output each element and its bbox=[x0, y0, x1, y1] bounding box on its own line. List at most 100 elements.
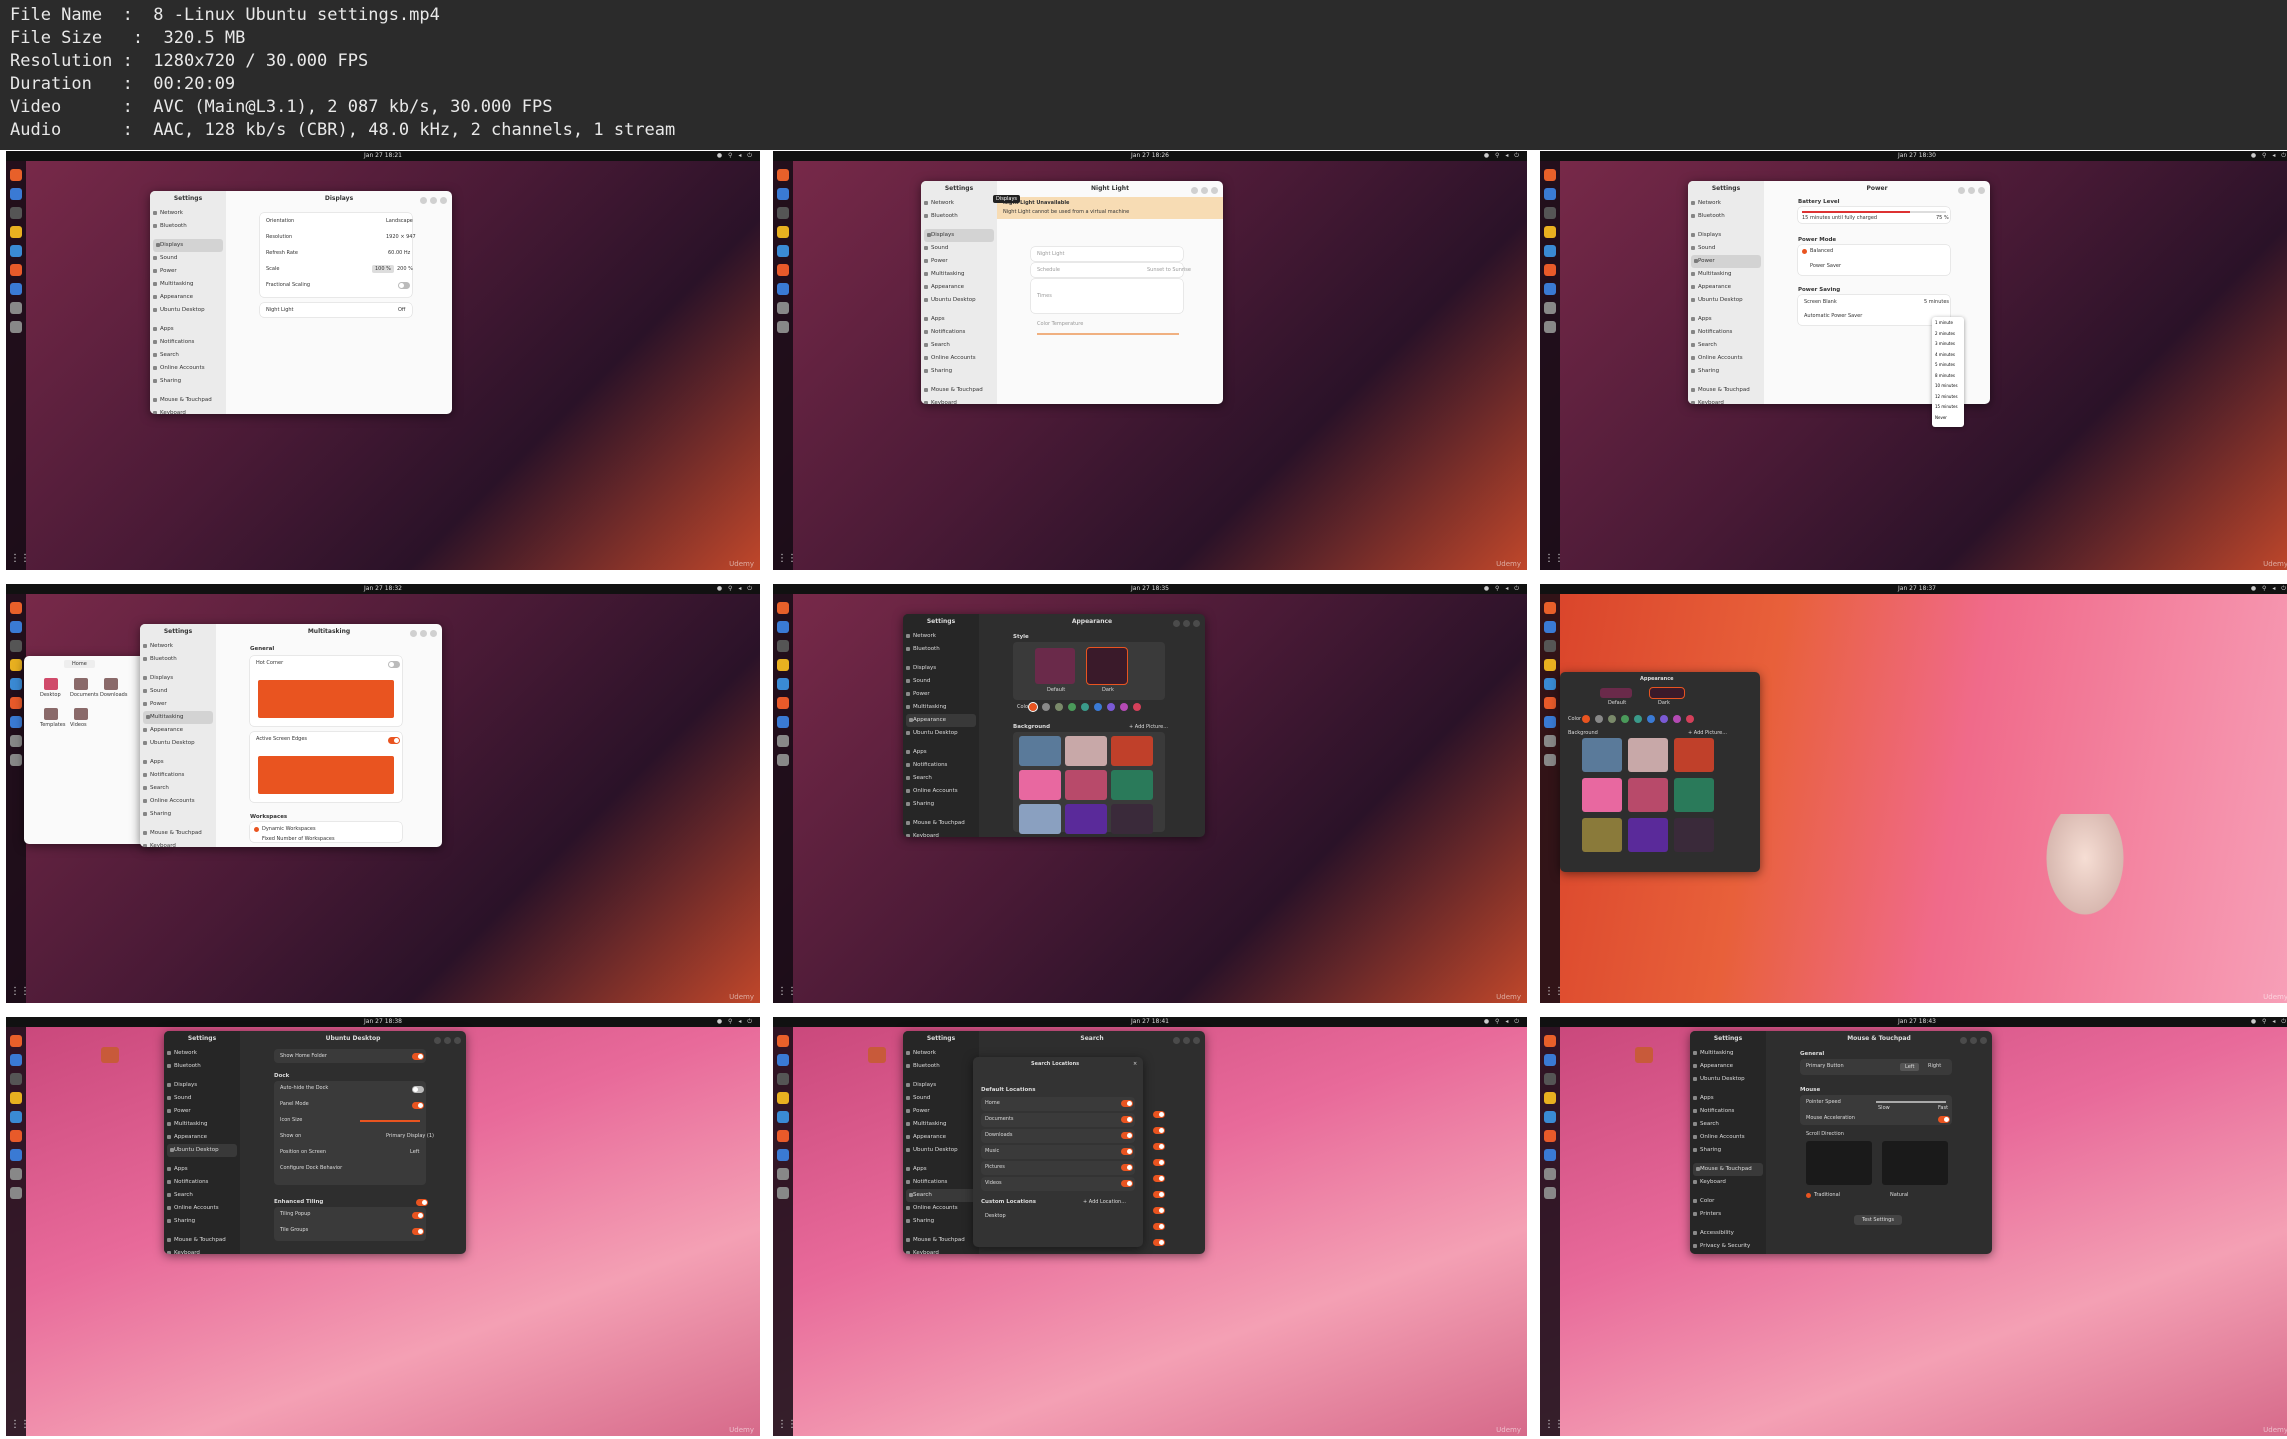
sidebar-item-mouse-touchpad[interactable]: Mouse & Touchpad bbox=[164, 1234, 240, 1247]
auto-hide-toggle[interactable] bbox=[412, 1086, 424, 1093]
show-apps-icon[interactable]: ⋮⋮ bbox=[777, 986, 797, 998]
dock-app-icon[interactable] bbox=[10, 621, 22, 633]
sidebar-item-multitasking[interactable]: Multitasking bbox=[143, 711, 213, 724]
sidebar-item-bluetooth[interactable]: Bluetooth bbox=[164, 1060, 240, 1073]
folder-icon[interactable] bbox=[104, 678, 118, 690]
sidebar-item-bluetooth[interactable]: Bluetooth bbox=[903, 1060, 979, 1073]
sidebar-item-ubuntu-desktop[interactable]: Ubuntu Desktop bbox=[140, 737, 216, 750]
sidebar-item-multitasking[interactable]: Multitasking bbox=[1688, 268, 1764, 281]
tile-groups-toggle[interactable] bbox=[412, 1228, 424, 1235]
background-thumbnail[interactable] bbox=[1019, 770, 1061, 800]
sidebar-item-multitasking[interactable]: Multitasking bbox=[150, 278, 226, 291]
sidebar-item-multitasking[interactable]: Multitasking bbox=[164, 1118, 240, 1131]
accent-2[interactable] bbox=[1042, 703, 1050, 711]
minimize-button[interactable] bbox=[1173, 620, 1180, 627]
sidebar-item-appearance[interactable]: Appearance bbox=[921, 281, 997, 294]
accent-2[interactable] bbox=[1595, 715, 1603, 723]
dock-app-icon[interactable] bbox=[777, 602, 789, 614]
scale-100-button[interactable]: 100 % bbox=[372, 265, 394, 273]
test-settings-button[interactable]: Test Settings bbox=[1854, 1215, 1902, 1225]
dock-app-icon[interactable] bbox=[1544, 1168, 1556, 1180]
sidebar-item-ubuntu-desktop[interactable]: Ubuntu Desktop bbox=[1690, 1073, 1766, 1086]
dock-app-icon[interactable] bbox=[1544, 207, 1556, 219]
sidebar-item-power[interactable]: Power bbox=[164, 1105, 240, 1118]
sidebar-item-appearance[interactable]: Appearance bbox=[150, 291, 226, 304]
enhanced-tiling-toggle[interactable] bbox=[416, 1199, 428, 1206]
sidebar-item-network[interactable]: Network bbox=[150, 207, 226, 220]
dropdown-option[interactable]: 15 minutes bbox=[1935, 404, 1958, 409]
sidebar-item-power[interactable]: Power bbox=[150, 265, 226, 278]
clock[interactable]: Jan 27 18:21 bbox=[364, 151, 402, 161]
sidebar-item-appearance[interactable]: Appearance bbox=[903, 1131, 979, 1144]
accent-4[interactable] bbox=[1068, 703, 1076, 711]
dock-app-icon[interactable] bbox=[1544, 302, 1556, 314]
search-provider-toggle[interactable] bbox=[1153, 1175, 1165, 1182]
background-thumbnail[interactable] bbox=[1019, 736, 1061, 766]
system-tray-icons[interactable]: ● ⚲ ◂ ⏻ bbox=[2251, 151, 2287, 161]
clock[interactable]: Jan 27 18:26 bbox=[1131, 151, 1169, 161]
background-thumbnail[interactable] bbox=[1628, 818, 1668, 852]
accent-9[interactable] bbox=[1686, 715, 1694, 723]
system-tray-icons[interactable]: ● ⚲ ◂ ⏻ bbox=[1484, 151, 1521, 161]
sidebar-item-keyboard[interactable]: Keyboard bbox=[1690, 1176, 1766, 1189]
sidebar-item-apps[interactable]: Apps bbox=[164, 1163, 240, 1176]
sidebar-item-color[interactable]: Color bbox=[1690, 1195, 1766, 1208]
dock-app-icon[interactable] bbox=[10, 226, 22, 238]
dock-app-icon[interactable] bbox=[10, 169, 22, 181]
background-thumbnail[interactable] bbox=[1065, 736, 1107, 766]
style-default[interactable] bbox=[1600, 688, 1632, 698]
background-thumbnail[interactable] bbox=[1582, 818, 1622, 852]
panel-mode-toggle[interactable] bbox=[412, 1102, 424, 1109]
dock-app-icon[interactable] bbox=[1544, 1054, 1556, 1066]
background-thumbnail[interactable] bbox=[1065, 770, 1107, 800]
sidebar-item-online-accounts[interactable]: Online Accounts bbox=[1688, 352, 1764, 365]
dock-app-icon[interactable] bbox=[10, 1054, 22, 1066]
sidebar-item-notifications[interactable]: Notifications bbox=[921, 326, 997, 339]
dock-app-icon[interactable] bbox=[1544, 697, 1556, 709]
dock-app-icon[interactable] bbox=[777, 1130, 789, 1142]
sidebar-item-sound[interactable]: Sound bbox=[140, 685, 216, 698]
sidebar-item-keyboard[interactable]: Keyboard bbox=[903, 1247, 979, 1254]
dropdown-option[interactable]: 10 minutes bbox=[1935, 383, 1958, 388]
dock-app-icon[interactable] bbox=[1544, 226, 1556, 238]
maximize-button[interactable] bbox=[444, 1037, 451, 1044]
accent-5[interactable] bbox=[1634, 715, 1642, 723]
sidebar-item-appearance[interactable]: Appearance bbox=[140, 724, 216, 737]
show-apps-icon[interactable]: ⋮⋮ bbox=[777, 553, 797, 565]
sidebar-item-apps[interactable]: Apps bbox=[1688, 313, 1764, 326]
sidebar-item-keyboard[interactable]: Keyboard bbox=[140, 840, 216, 847]
dock-app-icon[interactable] bbox=[10, 1092, 22, 1104]
dock-app-icon[interactable] bbox=[10, 264, 22, 276]
maximize-button[interactable] bbox=[420, 630, 427, 637]
sidebar-item-displays[interactable]: Displays bbox=[1688, 229, 1764, 242]
sidebar-item-displays[interactable]: Displays bbox=[903, 662, 979, 675]
dock-app-icon[interactable] bbox=[10, 283, 22, 295]
accent-5[interactable] bbox=[1081, 703, 1089, 711]
dock-app-icon[interactable] bbox=[777, 697, 789, 709]
background-thumbnail[interactable] bbox=[1111, 804, 1153, 834]
location-toggle[interactable] bbox=[1121, 1100, 1133, 1107]
home-folder-icon[interactable] bbox=[1635, 1047, 1653, 1063]
dock-app-icon[interactable] bbox=[777, 640, 789, 652]
sidebar-item-sharing[interactable]: Sharing bbox=[921, 365, 997, 378]
dock-app-icon[interactable] bbox=[10, 678, 22, 690]
sidebar-item-network[interactable]: Network bbox=[164, 1047, 240, 1060]
dock-app-icon[interactable] bbox=[777, 245, 789, 257]
sidebar-item-bluetooth[interactable]: Bluetooth bbox=[150, 220, 226, 233]
show-apps-icon[interactable]: ⋮⋮ bbox=[1544, 553, 1564, 565]
sidebar-item-network[interactable]: Network bbox=[903, 630, 979, 643]
sidebar-item-bluetooth[interactable]: Bluetooth bbox=[903, 643, 979, 656]
sidebar-item-bluetooth[interactable]: Bluetooth bbox=[1688, 210, 1764, 223]
sidebar-item-keyboard[interactable]: Keyboard bbox=[903, 830, 979, 837]
sidebar-item-appearance[interactable]: Appearance bbox=[906, 714, 976, 727]
sidebar-item-notifications[interactable]: Notifications bbox=[150, 336, 226, 349]
hot-corner-toggle[interactable] bbox=[388, 661, 400, 668]
dialog-close-button[interactable]: × bbox=[1133, 1061, 1137, 1067]
system-tray-icons[interactable]: ● ⚲ ◂ ⏻ bbox=[717, 1017, 754, 1027]
search-provider-toggle[interactable] bbox=[1153, 1143, 1165, 1150]
maximize-button[interactable] bbox=[1183, 620, 1190, 627]
sidebar-item-online-accounts[interactable]: Online Accounts bbox=[1690, 1131, 1766, 1144]
dock-app-icon[interactable] bbox=[1544, 1035, 1556, 1047]
dock-app-icon[interactable] bbox=[1544, 621, 1556, 633]
dock-app-icon[interactable] bbox=[1544, 735, 1556, 747]
